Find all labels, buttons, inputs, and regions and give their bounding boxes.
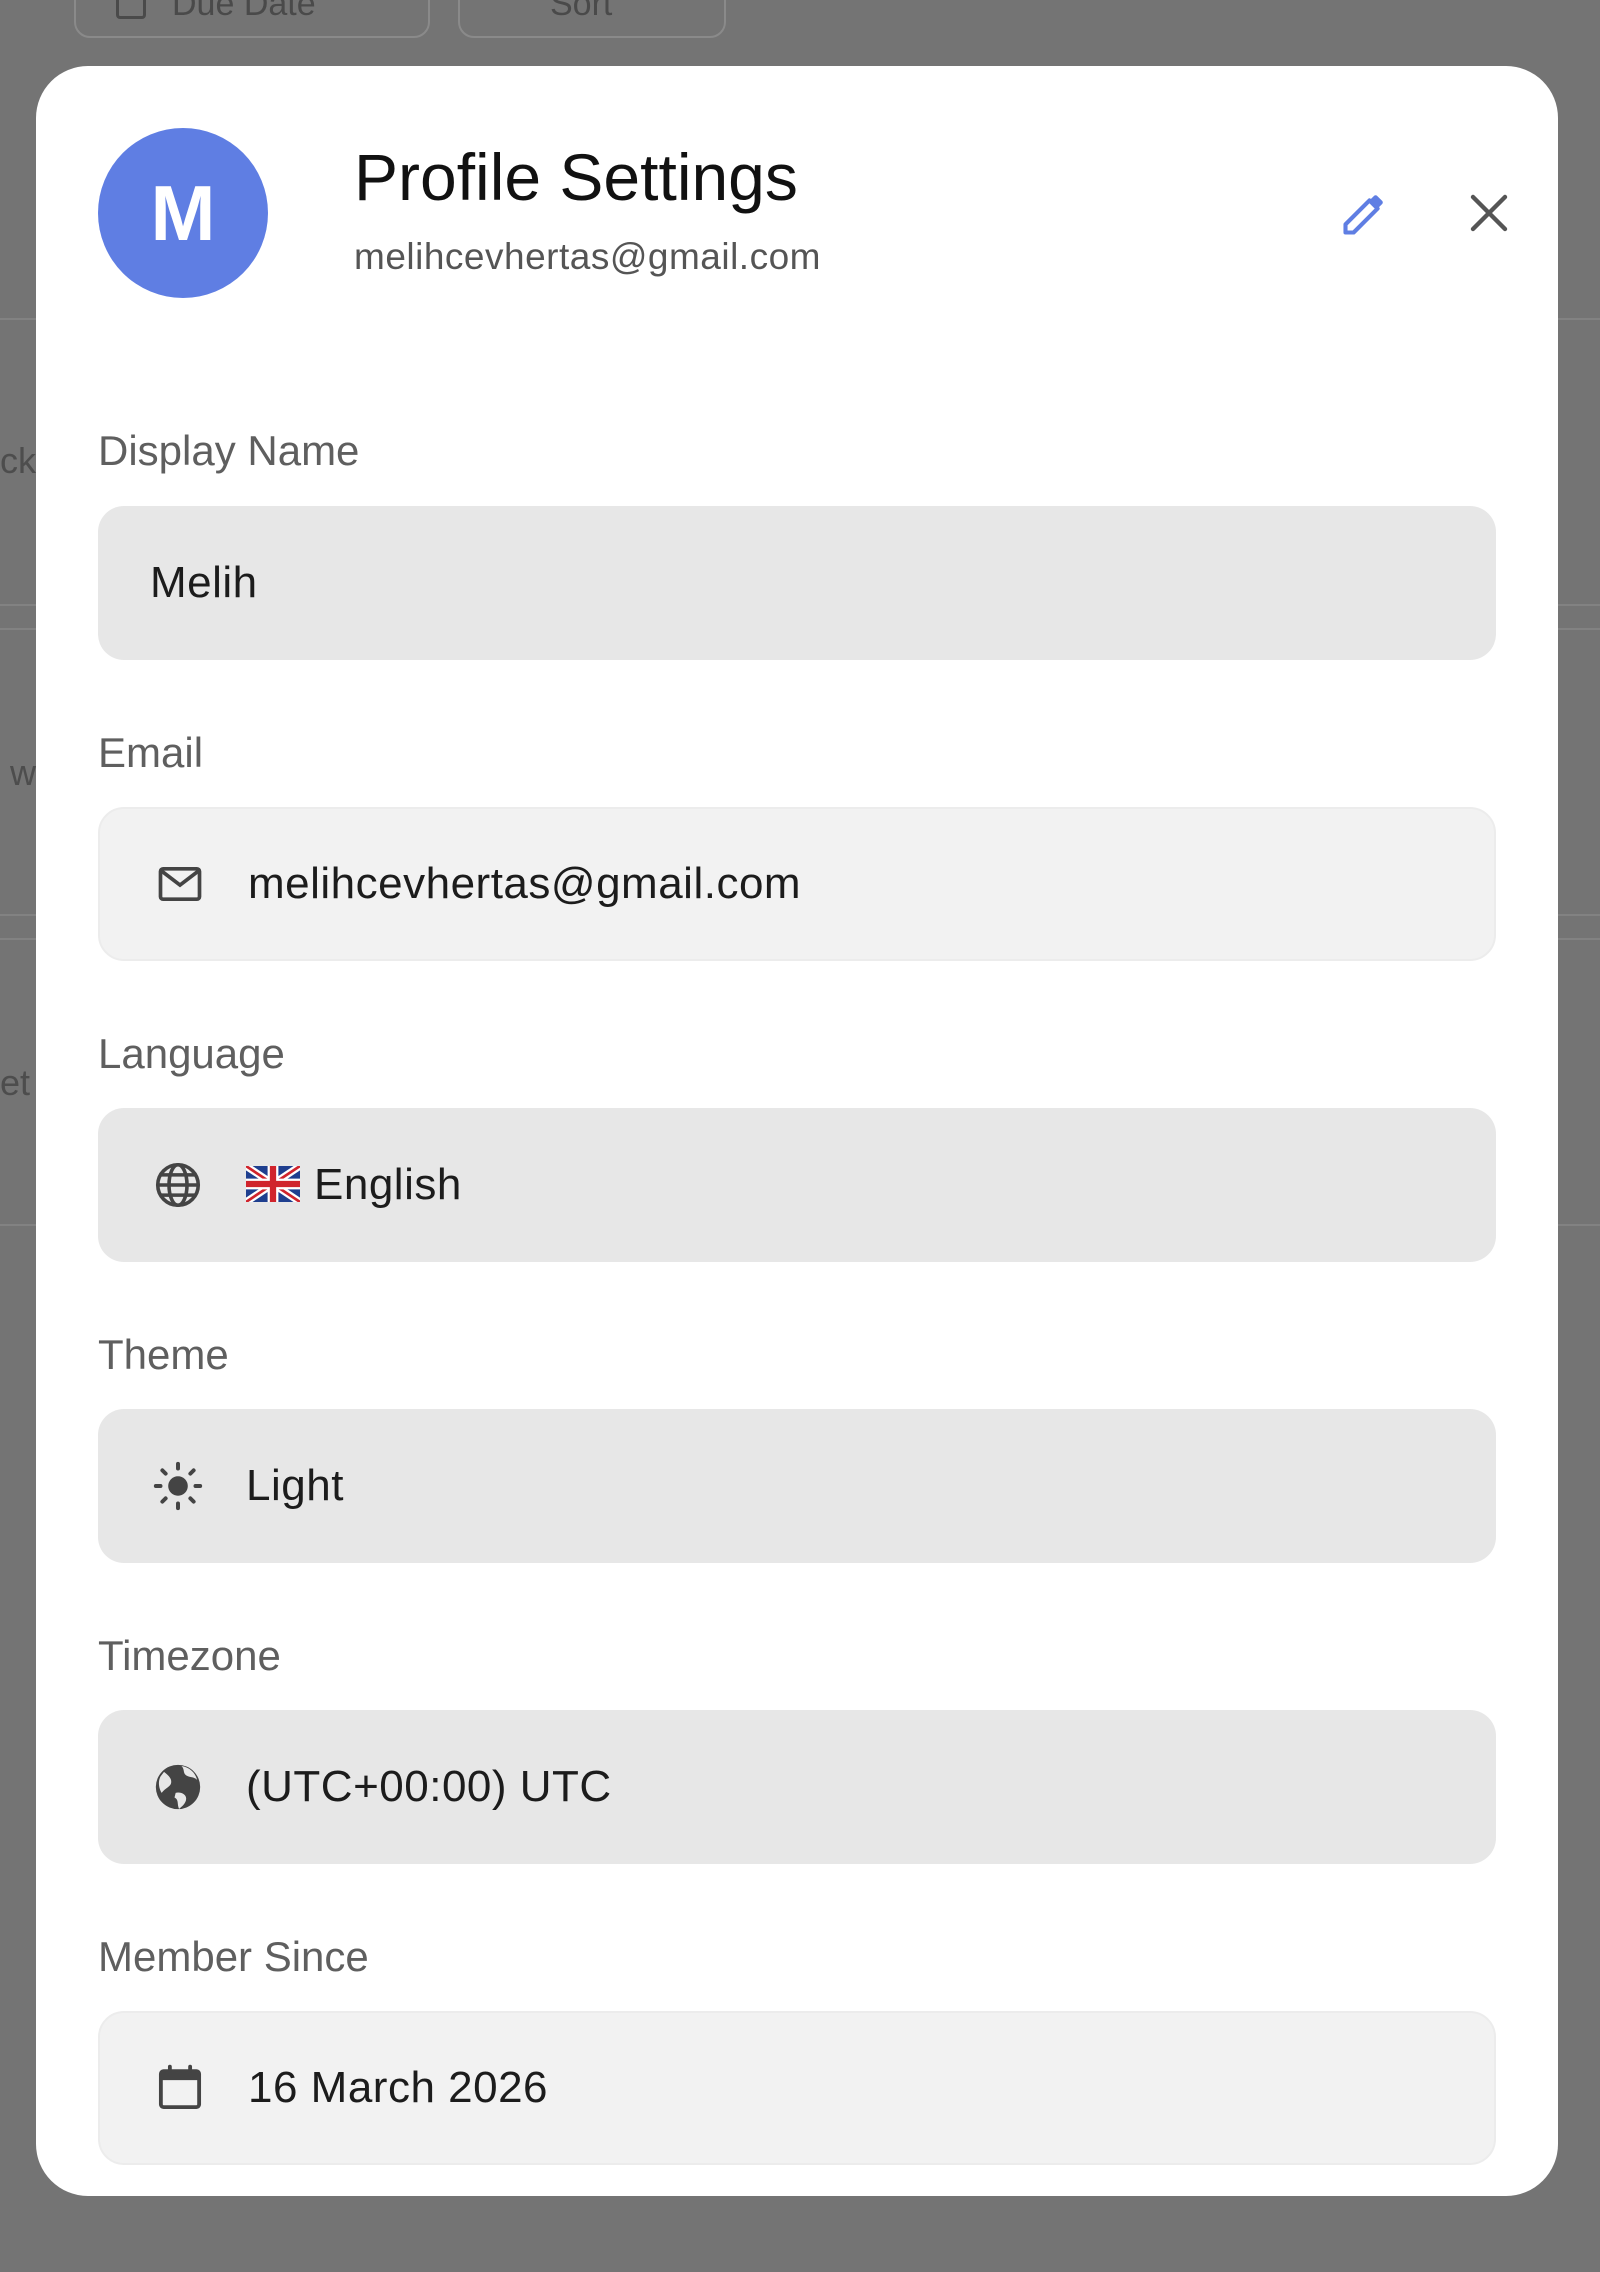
member-since-field: 16 March 2026 <box>98 2011 1496 2165</box>
profile-settings-dialog: M Profile Settings melihcevhertas@gmail.… <box>36 66 1558 2196</box>
calendar-icon <box>116 0 146 19</box>
sort-chip: Sort <box>458 0 726 38</box>
edit-button[interactable] <box>1320 168 1410 258</box>
sort-icon <box>500 0 510 19</box>
timezone-label: Timezone <box>98 1632 281 1679</box>
theme-value: Light <box>246 1461 344 1510</box>
background-text: et <box>0 1062 31 1103</box>
close-button[interactable] <box>1444 168 1534 258</box>
avatar-letter: M <box>150 168 216 257</box>
sort-chip-label: Sort <box>550 0 613 23</box>
language-value: English <box>246 1160 462 1210</box>
timezone-value: (UTC+00:00) UTC <box>246 1762 612 1811</box>
member-since-value: 16 March 2026 <box>248 2063 549 2112</box>
language-value-text: English <box>314 1160 462 1209</box>
theme-label: Theme <box>98 1331 229 1378</box>
display-name-label: Display Name <box>98 427 360 474</box>
display-name-value: Melih <box>150 558 258 607</box>
timezone-select[interactable]: (UTC+00:00) UTC <box>98 1710 1496 1864</box>
theme-select[interactable]: Light <box>98 1409 1496 1563</box>
earth-icon <box>148 1757 208 1817</box>
display-name-input[interactable]: Melih <box>98 506 1496 660</box>
calendar-icon <box>150 2058 210 2118</box>
globe-icon <box>148 1155 208 1215</box>
background-text: w <box>10 752 36 793</box>
profile-email: melihcevhertas@gmail.com <box>354 236 821 277</box>
member-since-label: Member Since <box>98 1933 369 1980</box>
dialog-header: M Profile Settings melihcevhertas@gmail.… <box>98 128 1508 298</box>
background-text: ck <box>0 440 36 481</box>
pencil-icon <box>1343 195 1383 235</box>
email-label: Email <box>98 729 204 776</box>
email-value: melihcevhertas@gmail.com <box>248 859 802 908</box>
language-select[interactable]: English <box>98 1108 1496 1262</box>
sun-icon <box>148 1456 208 1516</box>
uk-flag-icon <box>246 1166 300 1203</box>
language-label: Language <box>98 1030 285 1077</box>
email-field: melihcevhertas@gmail.com <box>98 807 1496 961</box>
close-icon <box>1470 194 1508 232</box>
page-title: Profile Settings <box>354 140 798 214</box>
due-date-filter-chip: Due Date <box>74 0 430 38</box>
due-date-chip-label: Due Date <box>172 0 316 23</box>
mail-icon <box>150 854 210 914</box>
avatar: M <box>98 128 268 298</box>
